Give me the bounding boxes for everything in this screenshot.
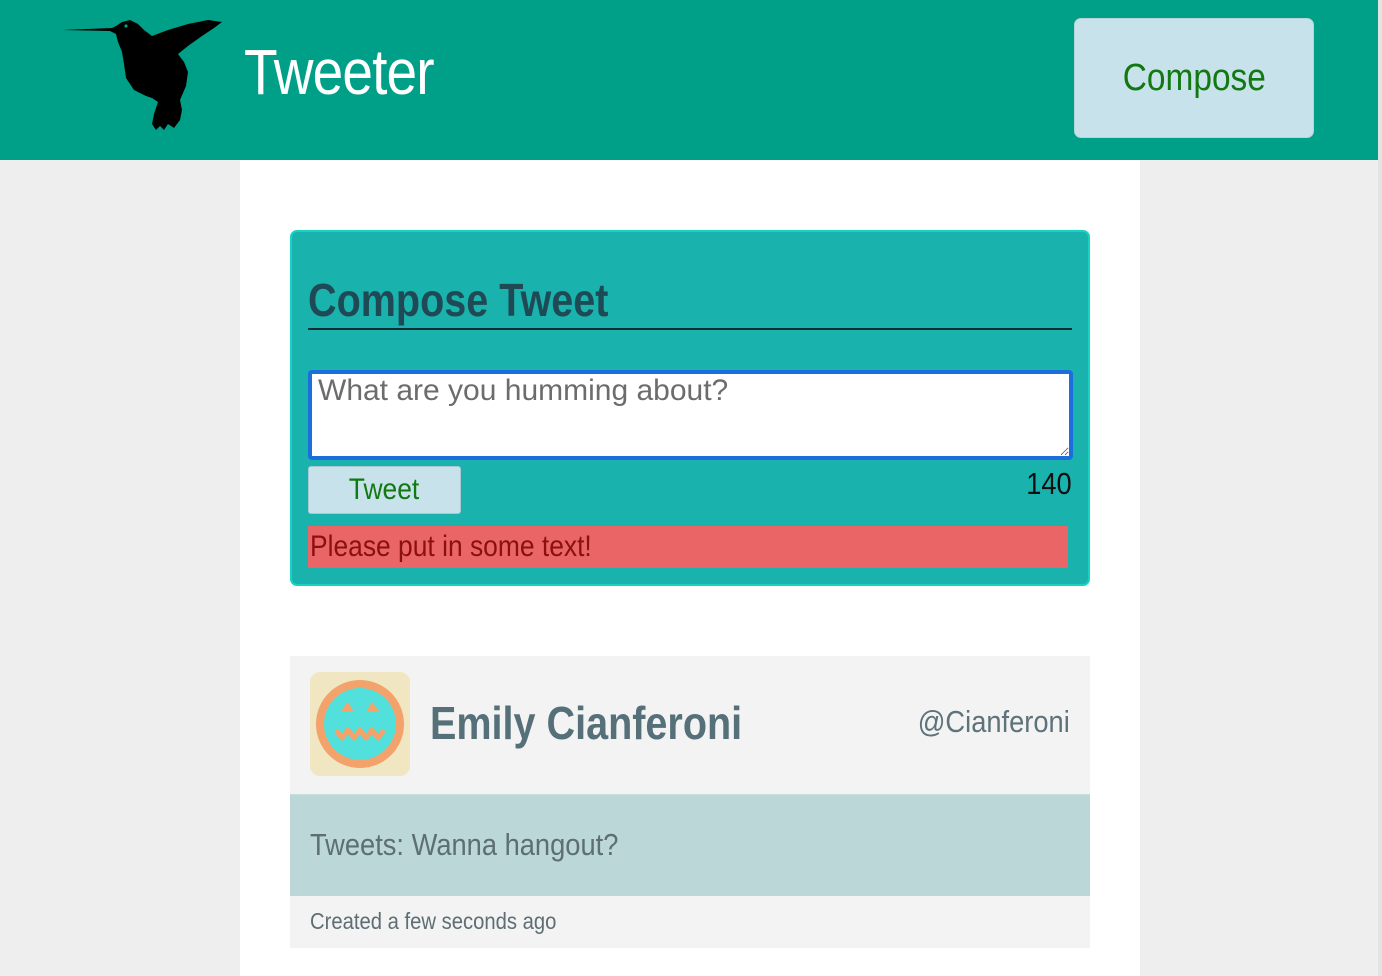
tweet-footer: Created a few seconds ago	[290, 896, 1090, 948]
error-message: Please put in some text!	[308, 526, 1068, 568]
error-message-text: Please put in some text!	[310, 530, 592, 563]
tweet-submit-button[interactable]: Tweet	[308, 466, 461, 514]
compose-nav-label: Compose	[1122, 56, 1266, 99]
compose-heading: Compose Tweet	[308, 272, 1072, 330]
author-handle-text: @Cianferoni	[917, 704, 1070, 739]
tweet-input[interactable]	[308, 370, 1073, 460]
main-container: Compose Tweet Tweet 140 Please put in so…	[240, 160, 1140, 976]
tweet-text: Tweets: Wanna hangout?	[310, 827, 660, 863]
hummingbird-icon	[62, 20, 222, 130]
compose-nav-button[interactable]: Compose	[1074, 18, 1314, 138]
top-bar: Tweeter Compose	[0, 0, 1378, 160]
tweet-body: Tweets: Wanna hangout?	[290, 794, 1090, 896]
author-name: Emily Cianferoni	[430, 696, 793, 750]
tweet-timestamp-text: Created a few seconds ago	[310, 908, 557, 934]
tweet-text-content: Tweets: Wanna hangout?	[310, 827, 619, 862]
compose-heading-text: Compose Tweet	[308, 274, 609, 326]
tweet-submit-label: Tweet	[349, 473, 420, 506]
pumpkin-face-avatar	[310, 672, 410, 776]
tweet-header: Emily Cianferoni @Cianferoni	[290, 656, 1090, 794]
character-counter: 140	[1020, 466, 1072, 502]
window-edge	[1378, 0, 1382, 976]
app-title: Tweeter	[244, 36, 435, 108]
tweet-card: Emily Cianferoni @Cianferoni Tweets: Wan…	[290, 656, 1090, 948]
character-count-value: 140	[1026, 466, 1072, 501]
tweet-timestamp: Created a few seconds ago	[310, 908, 590, 935]
author-handle: @Cianferoni	[897, 704, 1070, 740]
author-name-text: Emily Cianferoni	[430, 697, 743, 749]
compose-tweet-panel: Compose Tweet Tweet 140 Please put in so…	[290, 230, 1090, 586]
